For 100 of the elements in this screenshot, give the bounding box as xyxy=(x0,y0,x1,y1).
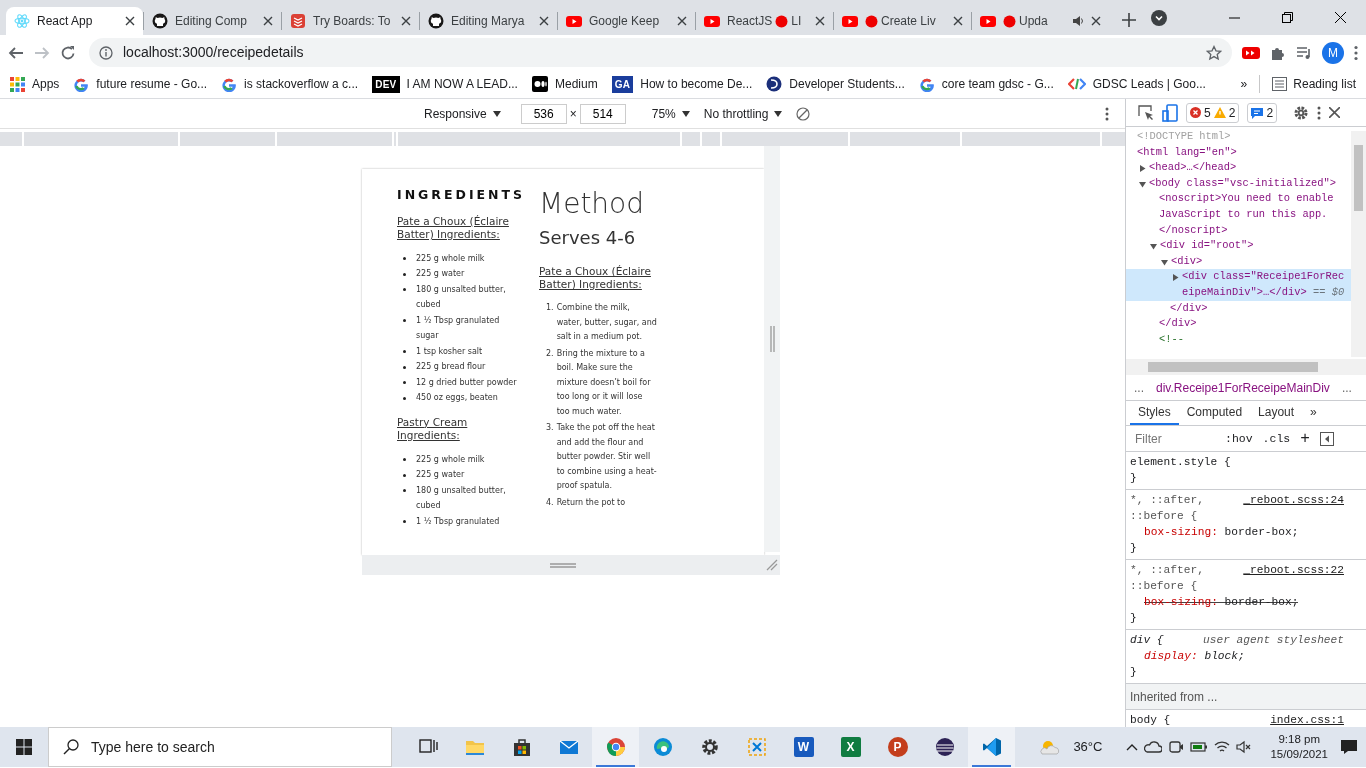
bookmark[interactable]: GDSC Leads | Goo... xyxy=(1067,75,1206,93)
close-icon[interactable] xyxy=(815,16,825,26)
more-bookmarks-button[interactable]: » xyxy=(1240,75,1248,93)
notification-icon[interactable] xyxy=(1340,739,1358,755)
rotate-icon[interactable] xyxy=(796,106,811,121)
dom-node[interactable]: <head>…</head> xyxy=(1149,160,1237,176)
close-icon[interactable] xyxy=(539,16,549,26)
mute-icon[interactable] xyxy=(1236,740,1253,754)
bookmark[interactable]: GA How to become De... xyxy=(611,75,753,93)
dom-node[interactable]: <div id="root"> xyxy=(1160,238,1254,254)
device-icon[interactable] xyxy=(1162,103,1178,122)
horizontal-scrollbar[interactable] xyxy=(1126,359,1366,375)
dom-node[interactable]: <noscript>You need to enable JavaScript to run this app. </noscript> xyxy=(1159,191,1350,239)
close-icon[interactable] xyxy=(953,16,963,26)
cloud-icon[interactable] xyxy=(1144,740,1163,754)
messages-counter[interactable]: 2 xyxy=(1247,102,1278,123)
close-icon[interactable] xyxy=(1329,107,1341,118)
dom-node[interactable]: <!-- xyxy=(1159,331,1184,348)
windows-icon[interactable] xyxy=(16,739,32,755)
bookmark[interactable]: Developer Students... xyxy=(766,75,905,93)
taskbar-app[interactable] xyxy=(968,727,1015,767)
browser-tab[interactable]: React App xyxy=(6,7,143,35)
breadcrumb-item[interactable]: ... xyxy=(1341,378,1352,397)
resize-handle-icon[interactable] xyxy=(770,326,775,352)
close-icon[interactable] xyxy=(401,16,411,26)
dom-node[interactable]: <div> xyxy=(1171,253,1203,270)
dom-node[interactable]: <body class="vsc-initialized"> xyxy=(1149,175,1337,192)
styles-tab[interactable]: Computed xyxy=(1178,400,1251,425)
taskbar-search[interactable]: Type here to search xyxy=(48,727,392,767)
styles-tab[interactable]: » xyxy=(1302,400,1325,425)
source-link[interactable]: _reboot.scss:24 xyxy=(1243,492,1344,508)
bookmark[interactable]: Medium xyxy=(531,75,598,93)
taskbar-app[interactable]: W xyxy=(780,727,827,767)
reading-list-button[interactable]: Reading list xyxy=(1272,75,1356,93)
height-input[interactable]: 514 xyxy=(579,103,626,124)
bookmark[interactable]: Apps xyxy=(10,75,60,93)
close-icon[interactable] xyxy=(263,16,273,26)
clock[interactable]: 9:18 pm 15/09/2021 xyxy=(1270,732,1328,762)
browser-tab[interactable]: Editing Marya xyxy=(420,7,557,35)
vscode-icon xyxy=(981,737,1002,757)
close-icon[interactable] xyxy=(125,16,135,26)
reload-icon[interactable] xyxy=(60,44,76,61)
source-link[interactable]: index.css:1 xyxy=(1270,712,1344,727)
throttling-dropdown[interactable]: No throttling xyxy=(703,104,783,123)
close-icon[interactable] xyxy=(1091,16,1101,26)
extension-icon[interactable] xyxy=(1242,45,1260,60)
browser-tab[interactable]: Google Keep xyxy=(558,7,695,35)
taskbar-app[interactable]: P xyxy=(874,727,921,767)
new-rule-button[interactable]: + xyxy=(1300,426,1310,451)
bookmark[interactable]: core team gdsc - G... xyxy=(918,75,1054,93)
breadcrumb-item[interactable]: ... xyxy=(1134,378,1144,397)
dom-node[interactable]: </div> xyxy=(1159,317,1197,330)
collapsed-arrow-icon[interactable] xyxy=(1172,274,1179,282)
star-icon[interactable] xyxy=(1206,44,1222,61)
profile-avatar[interactable]: M xyxy=(1322,41,1344,64)
address-bar[interactable]: localhost:3000/receipedetails xyxy=(89,38,1232,67)
wifi-icon[interactable] xyxy=(1214,740,1231,754)
settings-icon[interactable] xyxy=(1293,104,1310,121)
styles-tab[interactable]: Styles xyxy=(1130,400,1179,425)
browser-tab[interactable]: Create Liv xyxy=(834,7,971,35)
browser-tab[interactable]: Try Boards: To xyxy=(282,7,419,35)
device-dropdown[interactable]: Responsive xyxy=(424,104,501,123)
camera-icon[interactable] xyxy=(1168,739,1185,755)
bookmark[interactable]: is stackoverflow a c... xyxy=(221,75,359,93)
dropdown-icon[interactable] xyxy=(1151,9,1167,26)
close-icon[interactable] xyxy=(677,16,687,26)
media-icon[interactable] xyxy=(1296,44,1312,61)
inspect-icon[interactable] xyxy=(1138,104,1154,121)
bookmark[interactable]: future resume - Go... xyxy=(73,75,208,93)
more-icon[interactable] xyxy=(1317,105,1322,120)
expanded-arrow-icon[interactable] xyxy=(1161,258,1168,266)
breadcrumb-item[interactable]: div.Receipe1ForReceipeMainDiv xyxy=(1156,378,1330,397)
expanded-arrow-icon[interactable] xyxy=(1139,180,1146,188)
vertical-scrollbar[interactable] xyxy=(1351,131,1366,357)
battery-icon[interactable] xyxy=(1190,741,1209,753)
menu-icon[interactable] xyxy=(1354,44,1358,61)
more-icon[interactable] xyxy=(1105,106,1109,121)
expanded-arrow-icon[interactable] xyxy=(1150,243,1157,251)
browser-tab[interactable]: Upda xyxy=(972,7,1109,35)
width-input[interactable]: 536 xyxy=(520,103,567,124)
restore-icon[interactable] xyxy=(1282,12,1293,23)
resize-handle-icon[interactable] xyxy=(550,563,576,568)
cls-toggle[interactable]: .cls xyxy=(1262,429,1291,448)
collapsed-arrow-icon[interactable] xyxy=(1139,165,1146,173)
sidebar-toggle-icon[interactable] xyxy=(1319,431,1334,446)
new-tab-icon[interactable] xyxy=(1122,13,1136,27)
taskbar-app[interactable]: X xyxy=(827,727,874,767)
styles-tab[interactable]: Layout xyxy=(1250,400,1303,425)
source-link[interactable]: _reboot.scss:22 xyxy=(1243,562,1344,578)
hov-toggle[interactable]: :hov xyxy=(1225,429,1253,448)
issues-counter[interactable]: 5 2 xyxy=(1186,102,1240,123)
browser-tab[interactable]: ReactJS LI xyxy=(696,7,833,35)
close-icon[interactable] xyxy=(1335,12,1346,23)
chevron-up-icon[interactable] xyxy=(1126,743,1139,751)
bookmark[interactable]: DEV I AM NOW A LEAD... xyxy=(372,75,518,93)
browser-tab[interactable]: Editing Comp xyxy=(144,7,281,35)
dom-node[interactable]: </div> xyxy=(1170,301,1208,314)
back-icon[interactable] xyxy=(8,44,24,61)
zoom-dropdown[interactable]: 75% xyxy=(651,104,690,123)
dom-node[interactable]: <html lang="en"> xyxy=(1137,144,1237,161)
